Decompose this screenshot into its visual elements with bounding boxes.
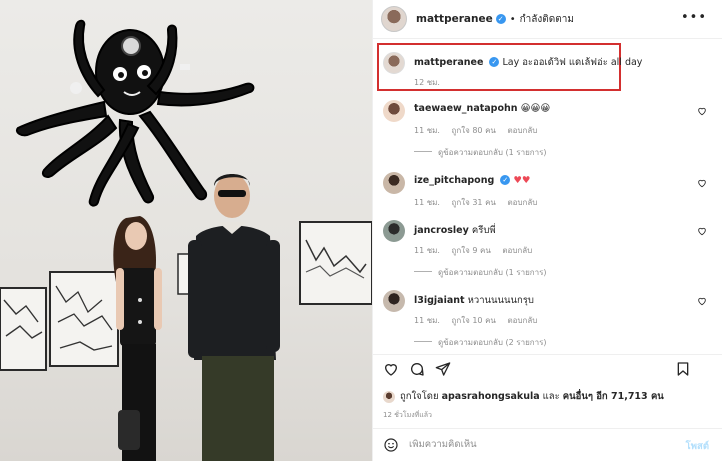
comment-line: l3igjaiant หวานนนนนกรุบ	[414, 293, 534, 308]
comment-icon[interactable]	[409, 361, 425, 377]
reply-button[interactable]: ตอบกลับ	[507, 126, 537, 135]
view-replies[interactable]: ดูข้อความตอบกลับ (2 รายการ)	[414, 336, 547, 349]
comment-time: 11 ชม.	[414, 126, 440, 135]
verified-badge: ✓	[500, 175, 511, 185]
separator-dot: •	[509, 13, 516, 25]
action-bar	[373, 355, 722, 385]
reply-button[interactable]: ตอบกลับ	[507, 316, 537, 325]
liked-by-others[interactable]: คนอื่นๆ อีก 71,713 คน	[563, 389, 664, 404]
comment-username[interactable]: jancrosley	[414, 225, 469, 236]
verified-badge: ✓	[495, 14, 506, 24]
comment-username[interactable]: l3igjaiant	[414, 295, 465, 306]
caption-text: Lay อะออเด้วิฟ แดเล้ฟอ่ะ all day	[502, 57, 643, 68]
reply-button[interactable]: ตอบกลับ	[502, 246, 532, 255]
caption: mattperanee ✓ Lay อะออเด้วิฟ แดเล้ฟอ่ะ a…	[414, 55, 642, 70]
comment-text: หวานนนนนกรุบ	[467, 295, 534, 306]
add-comment-bar: โพสต์	[373, 428, 722, 461]
comment-input[interactable]	[409, 439, 659, 450]
comment-text: ♥♥	[513, 175, 531, 186]
bookmark-icon[interactable]	[675, 361, 691, 377]
caption-avatar[interactable]	[383, 52, 405, 74]
comment-meta: 11 ชม. ถูกใจ 80 คน ตอบกลับ	[414, 124, 546, 137]
share-icon[interactable]	[435, 361, 451, 377]
heart-icon[interactable]	[697, 296, 707, 306]
comment-line: ize_pitchapong ✓ ♥♥	[414, 175, 530, 186]
comment-avatar[interactable]	[383, 220, 405, 242]
view-replies-label[interactable]: ดูข้อความตอบกลับ (1 รายการ)	[438, 148, 547, 157]
view-replies-label[interactable]: ดูข้อความตอบกลับ (1 รายการ)	[438, 268, 547, 277]
emoji-icon[interactable]	[383, 437, 399, 453]
caption-time: 12 ชม.	[414, 78, 440, 87]
comment-time: 11 ชม.	[414, 198, 440, 207]
view-replies[interactable]: ดูข้อความตอบกลับ (1 รายการ)	[414, 266, 547, 279]
view-replies[interactable]: ดูข้อความตอบกลับ (1 รายการ)	[414, 146, 547, 159]
liker-avatar[interactable]	[383, 390, 395, 403]
post-header: mattperanee ✓ • กำลังติดตาม •••	[373, 0, 722, 38]
avatar[interactable]	[381, 6, 407, 32]
comment-avatar[interactable]	[383, 100, 405, 122]
view-replies-label[interactable]: ดูข้อความตอบกลับ (2 รายการ)	[438, 338, 547, 347]
comment-text: ครีบพี่	[471, 225, 496, 236]
comment-line: jancrosley ครีบพี่	[414, 223, 496, 238]
liked-by: ถูกใจโดย apasrahongsakula และ คนอื่นๆ อี…	[383, 389, 664, 404]
heart-icon[interactable]	[697, 178, 707, 188]
comment-time: 11 ชม.	[414, 316, 440, 325]
comment-line: taewaew_natapohn 😀😀😀	[414, 103, 550, 114]
liker-username[interactable]: apasrahongsakula	[442, 391, 540, 402]
comment-username[interactable]: ize_pitchapong	[414, 175, 494, 186]
heart-icon[interactable]	[697, 226, 707, 236]
heart-icon[interactable]	[697, 106, 707, 116]
comment-likes[interactable]: ถูกใจ 10 คน	[452, 316, 496, 325]
comment-text: 😀😀😀	[520, 103, 551, 114]
verified-badge: ✓	[489, 57, 500, 67]
like-heart-icon[interactable]	[383, 361, 399, 377]
photo-illustration	[0, 19, 372, 461]
post-time: 12 ชั่วโมงที่แล้ว	[383, 411, 432, 419]
comment-username[interactable]: taewaew_natapohn	[414, 103, 518, 114]
post-comment-button[interactable]: โพสต์	[686, 439, 709, 454]
comment-likes[interactable]: ถูกใจ 31 คน	[452, 198, 496, 207]
comment-avatar[interactable]	[383, 172, 405, 194]
liked-by-prefix: ถูกใจโดย	[400, 391, 439, 402]
comment-likes[interactable]: ถูกใจ 80 คน	[452, 126, 496, 135]
more-icon[interactable]: •••	[681, 10, 707, 25]
comment-meta: 11 ชม. ถูกใจ 10 คน ตอบกลับ	[414, 314, 546, 327]
comment-meta: 11 ชม. ถูกใจ 9 คน ตอบกลับ	[414, 244, 541, 257]
caption-username[interactable]: mattperanee	[414, 57, 483, 68]
post-photo[interactable]	[0, 0, 372, 461]
liked-by-and: และ	[542, 391, 560, 402]
post-panel: mattperanee ✓ • กำลังติดตาม ••• mattpera…	[372, 0, 722, 461]
comment-likes[interactable]: ถูกใจ 9 คน	[452, 246, 491, 255]
comment-time: 11 ชม.	[414, 246, 440, 255]
reply-button[interactable]: ตอบกลับ	[507, 198, 537, 207]
comment-meta: 11 ชม. ถูกใจ 31 คน ตอบกลับ	[414, 196, 546, 209]
header-divider	[373, 38, 722, 39]
post-username[interactable]: mattperanee	[416, 13, 493, 25]
follow-status[interactable]: กำลังติดตาม	[520, 12, 574, 27]
comment-avatar[interactable]	[383, 290, 405, 312]
